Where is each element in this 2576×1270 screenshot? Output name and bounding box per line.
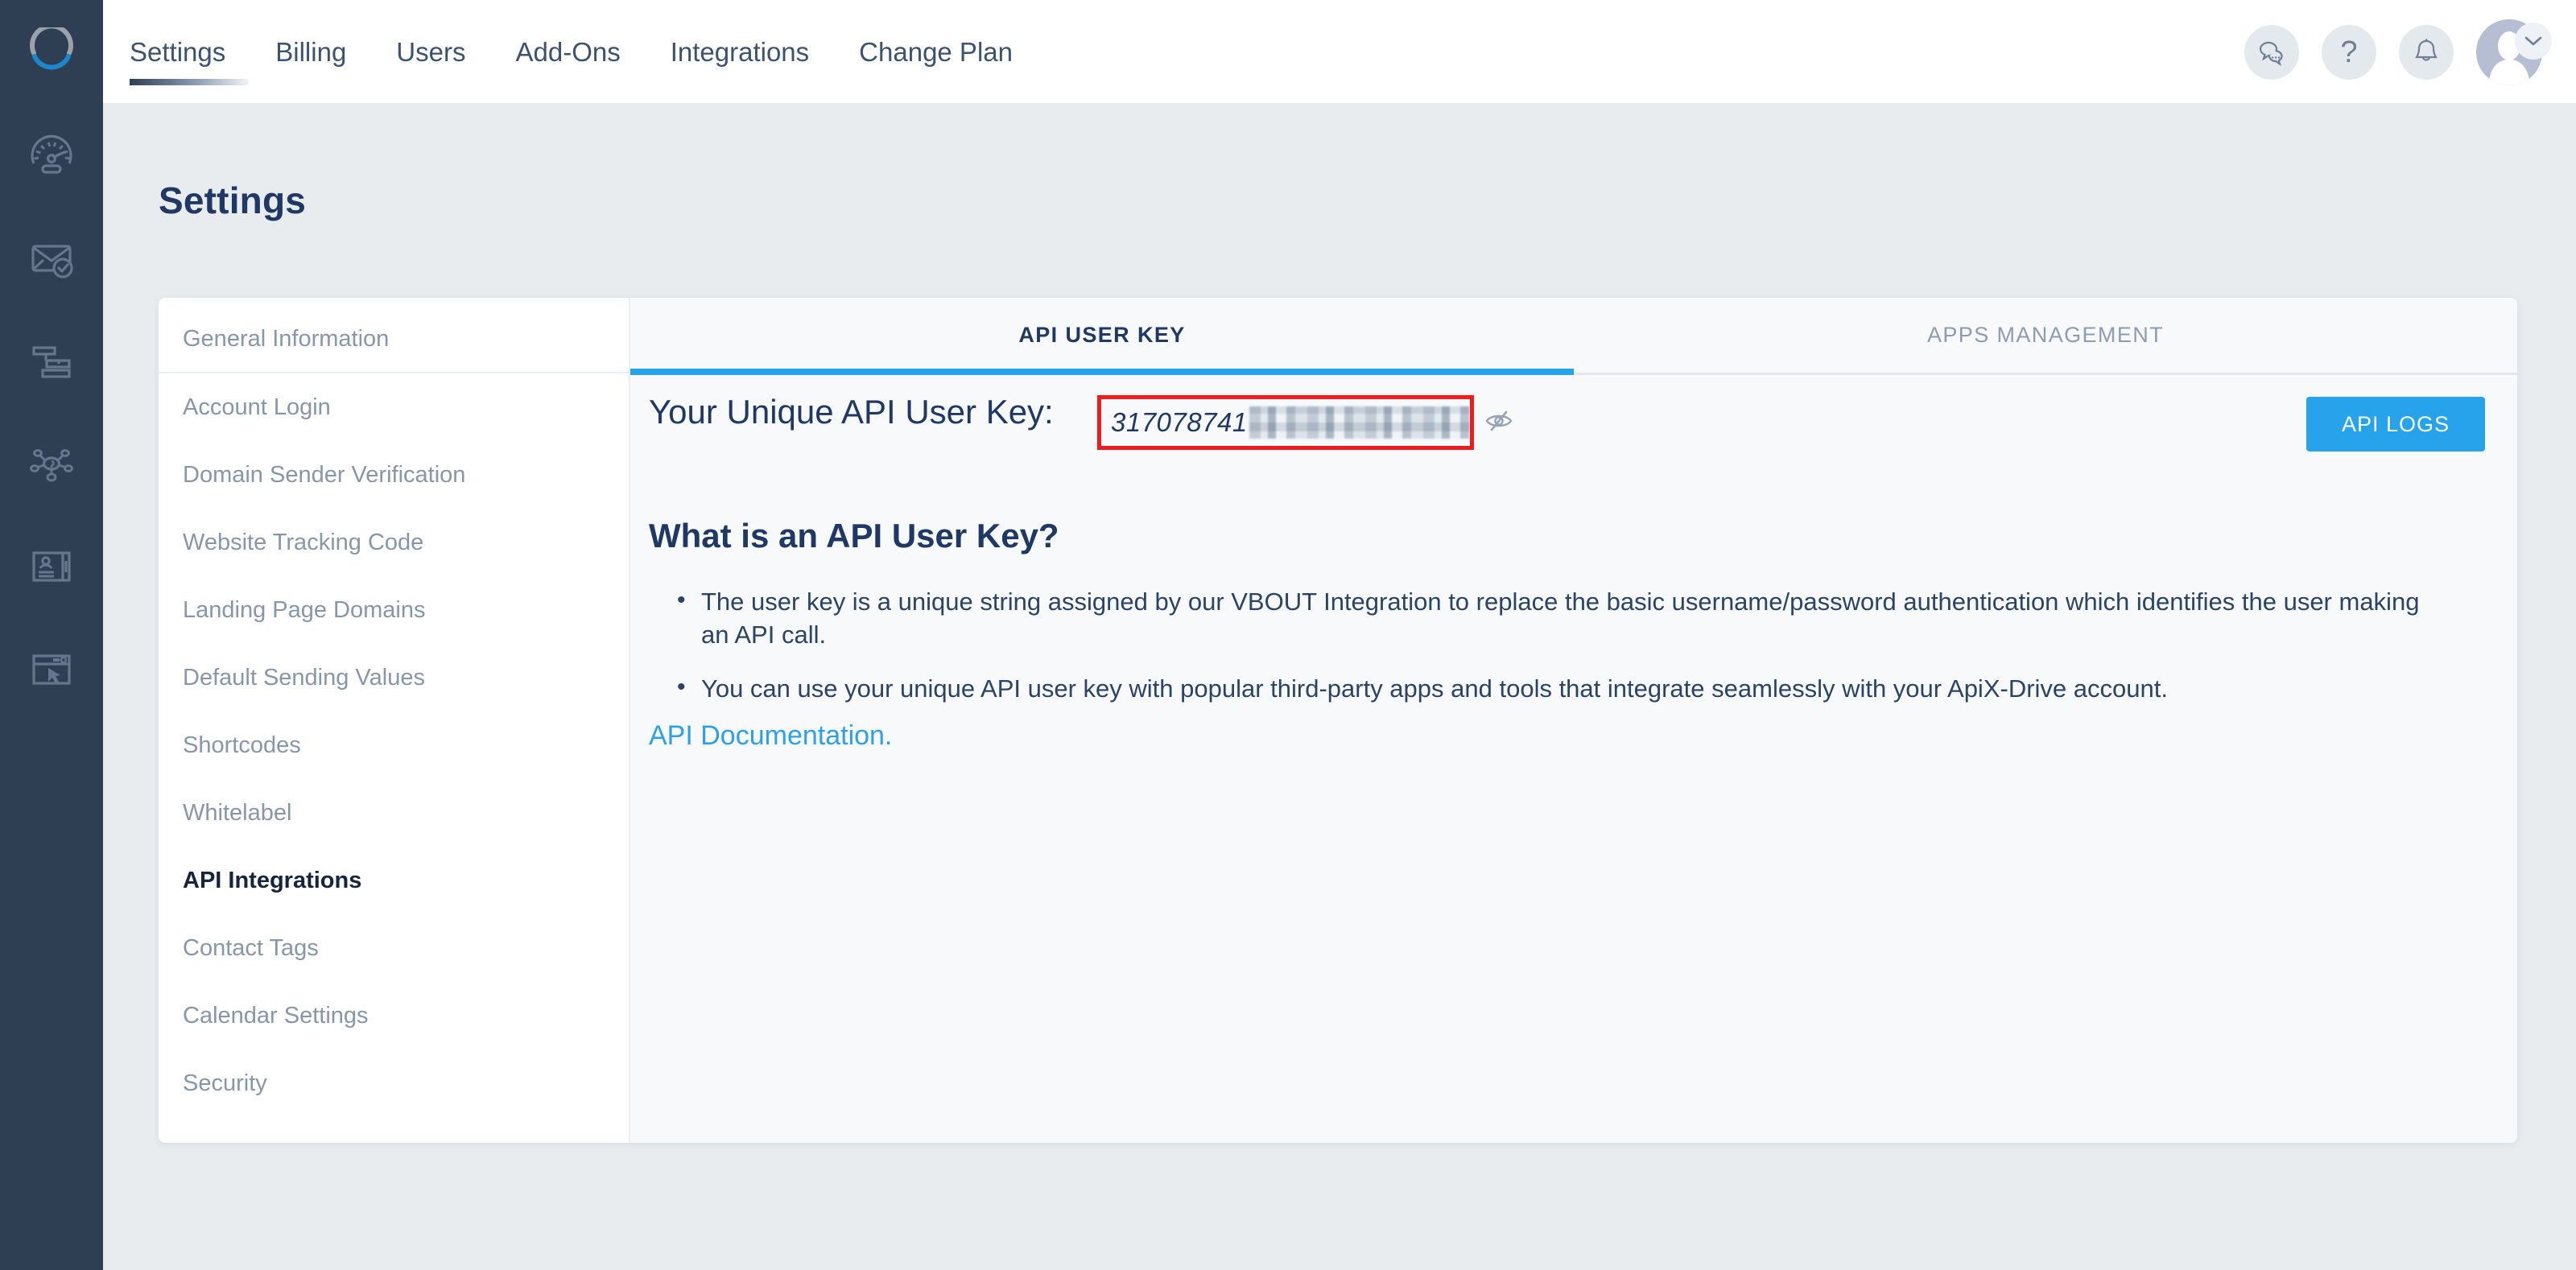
api-documentation-link[interactable]: API Documentation. bbox=[649, 720, 892, 752]
section-heading: What is an API User Key? bbox=[649, 517, 1059, 555]
settings-menu-item-general-information[interactable]: General Information bbox=[159, 306, 629, 373]
question-mark-icon: ? bbox=[2340, 35, 2358, 69]
email-verified-icon bbox=[31, 245, 73, 278]
left-rail bbox=[0, 0, 103, 1270]
settings-menu-item-landing-page-domains[interactable]: Landing Page Domains bbox=[159, 576, 629, 644]
contact-card-icon bbox=[32, 551, 71, 582]
network-nodes-icon bbox=[30, 449, 73, 482]
eye-slash-icon bbox=[1485, 410, 1513, 431]
settings-menu-item-shortcodes[interactable]: Shortcodes bbox=[159, 711, 629, 779]
settings-menu-item-contact-tags[interactable]: Contact Tags bbox=[159, 914, 629, 982]
nav-item-integrations[interactable]: Integrations bbox=[671, 0, 809, 105]
api-key-highlight-box: 317078741 bbox=[1097, 395, 1474, 450]
settings-menu: General Information Account Login Domain… bbox=[159, 298, 630, 1143]
circle-loader-logo-icon bbox=[30, 27, 73, 70]
settings-menu-item-security[interactable]: Security bbox=[159, 1049, 629, 1117]
chat-button[interactable] bbox=[2244, 25, 2299, 80]
app-logo[interactable] bbox=[0, 0, 103, 103]
tab-api-user-key[interactable]: API USER KEY bbox=[630, 298, 1574, 375]
settings-menu-item-default-sending-values[interactable]: Default Sending Values bbox=[159, 644, 629, 711]
dashboard-speedometer-icon bbox=[31, 134, 72, 174]
top-navigation: Settings Billing Users Add-Ons Integrati… bbox=[130, 0, 1063, 105]
tab-apps-management[interactable]: APPS MANAGEMENT bbox=[1574, 298, 2517, 373]
bell-icon bbox=[2415, 39, 2438, 61]
nav-item-users[interactable]: Users bbox=[396, 0, 465, 105]
chat-bubbles-icon bbox=[2259, 41, 2283, 67]
account-menu[interactable] bbox=[2476, 19, 2552, 85]
api-key-label: Your Unique API User Key: bbox=[649, 393, 1054, 431]
sidebar-item-email-campaigns[interactable] bbox=[0, 206, 103, 309]
workflow-automation-icon bbox=[32, 346, 71, 378]
settings-menu-item-website-tracking-code[interactable]: Website Tracking Code bbox=[159, 509, 629, 576]
nav-item-change-plan[interactable]: Change Plan bbox=[859, 0, 1013, 105]
settings-menu-item-domain-sender-verification[interactable]: Domain Sender Verification bbox=[159, 441, 629, 509]
nav-item-billing[interactable]: Billing bbox=[275, 0, 346, 105]
sidebar-item-landing-pages[interactable] bbox=[0, 618, 103, 721]
list-item: You can use your unique API user key wit… bbox=[677, 671, 2440, 706]
api-logs-button[interactable]: API LOGS bbox=[2306, 397, 2485, 452]
sidebar-item-integrations[interactable] bbox=[0, 412, 103, 515]
landing-page-cursor-icon bbox=[32, 654, 71, 685]
sidebar-item-dashboard[interactable] bbox=[0, 103, 103, 206]
top-bar: Settings Billing Users Add-Ons Integrati… bbox=[103, 0, 2576, 105]
settings-menu-item-api-integrations[interactable]: API Integrations bbox=[159, 847, 629, 914]
list-item: The user key is a unique string assigned… bbox=[677, 584, 2440, 652]
api-key-explanation-list: The user key is a unique string assigned… bbox=[677, 584, 2440, 727]
chevron-down-icon bbox=[2524, 36, 2542, 46]
settings-card: General Information Account Login Domain… bbox=[159, 298, 2517, 1143]
api-key-visible-value: 317078741 bbox=[1111, 407, 1248, 437]
settings-menu-item-account-login[interactable]: Account Login bbox=[159, 373, 629, 441]
notifications-button[interactable] bbox=[2399, 25, 2454, 80]
settings-menu-item-whitelabel[interactable]: Whitelabel bbox=[159, 779, 629, 847]
api-key-visibility-toggle[interactable] bbox=[1485, 410, 1513, 435]
account-chevron[interactable] bbox=[2515, 23, 2552, 60]
settings-menu-item-calendar-settings[interactable]: Calendar Settings bbox=[159, 982, 629, 1049]
sidebar-item-contacts[interactable] bbox=[0, 515, 103, 618]
api-key-row: Your Unique API User Key: 317078741 bbox=[630, 375, 2517, 472]
api-key-redacted-portion bbox=[1249, 406, 1470, 439]
nav-item-settings[interactable]: Settings bbox=[130, 0, 250, 105]
page-title: Settings bbox=[159, 179, 307, 221]
panel-tabs: API USER KEY APPS MANAGEMENT bbox=[630, 298, 2517, 375]
sidebar-item-automation[interactable] bbox=[0, 309, 103, 412]
api-key-field[interactable]: 317078741 bbox=[1101, 399, 1470, 446]
help-button[interactable]: ? bbox=[2322, 25, 2376, 80]
api-integrations-panel: API USER KEY APPS MANAGEMENT Your Unique… bbox=[630, 298, 2517, 1143]
nav-item-add-ons[interactable]: Add-Ons bbox=[515, 0, 620, 105]
topbar-actions: ? bbox=[2244, 0, 2552, 105]
